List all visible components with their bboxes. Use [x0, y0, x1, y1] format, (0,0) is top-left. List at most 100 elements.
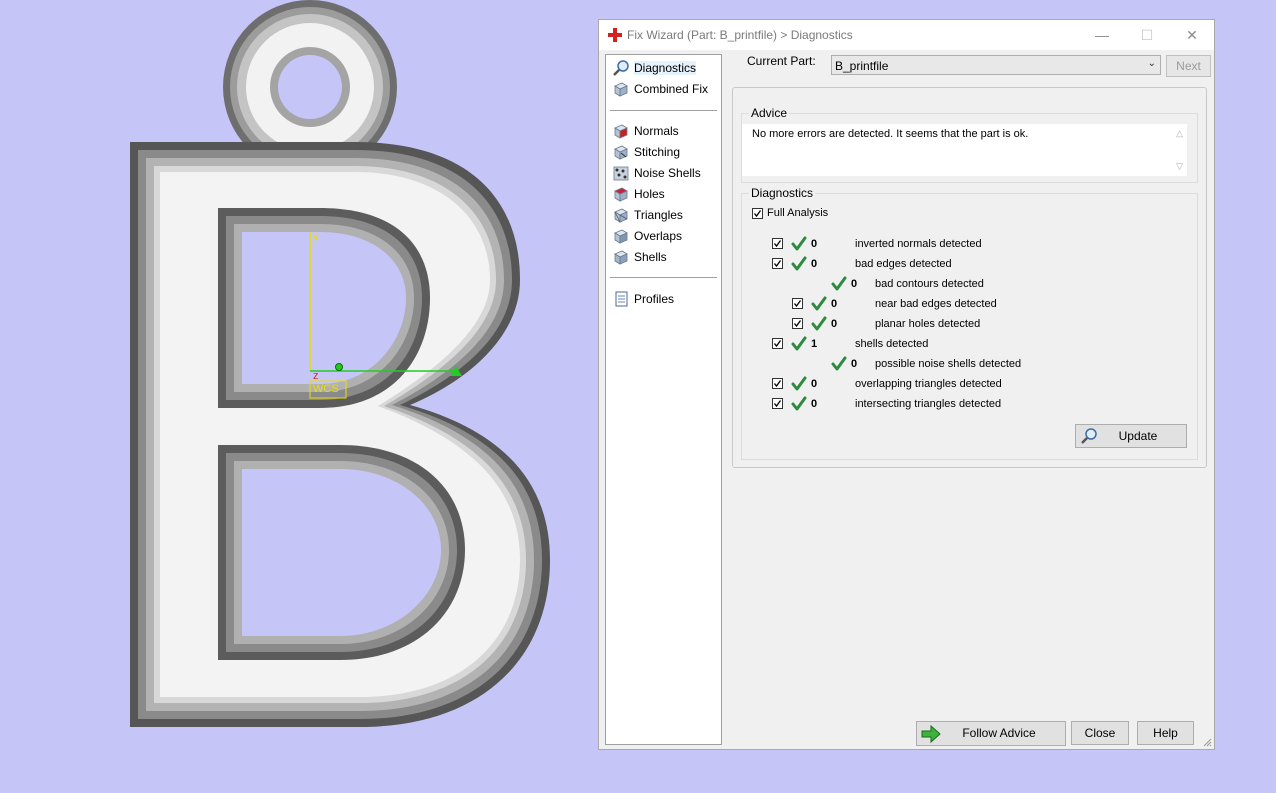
check-icon	[791, 336, 807, 352]
current-part-select[interactable]: B_printfile ⌄	[831, 55, 1161, 75]
arrow-right-icon	[921, 725, 941, 743]
update-button[interactable]: Update	[1075, 424, 1187, 448]
full-analysis-checkbox[interactable]	[752, 208, 763, 219]
row-checkbox[interactable]	[772, 258, 783, 269]
advice-title: Advice	[749, 106, 790, 120]
row-label: intersecting triangles detected	[855, 398, 1002, 410]
axis-z-label: z	[313, 370, 319, 382]
row-count: 0	[811, 378, 818, 390]
nav-label: Combined Fix	[634, 81, 709, 96]
nav-item-stitching[interactable]: Stitching	[608, 142, 718, 161]
row-checkbox[interactable]	[772, 378, 783, 389]
minimize-button[interactable]: —	[1087, 24, 1117, 46]
scroll-up-icon[interactable]: △	[1176, 128, 1183, 139]
row-label: bad edges detected	[855, 258, 952, 270]
row-checkbox[interactable]	[792, 298, 803, 309]
advice-text-box[interactable]: No more errors are detected. It seems th…	[742, 124, 1187, 176]
document-icon	[615, 291, 628, 306]
nav-divider	[610, 110, 717, 111]
row-checkbox[interactable]	[772, 238, 783, 249]
nav-label: Holes	[634, 186, 665, 201]
noise-shells-icon	[613, 166, 629, 180]
nav-item-holes[interactable]: Holes	[608, 184, 718, 203]
normals-cube-icon	[614, 124, 628, 139]
update-label: Update	[1118, 429, 1158, 443]
row-label: overlapping triangles detected	[855, 378, 1002, 390]
row-count: 0	[811, 258, 818, 270]
advice-text: No more errors are detected. It seems th…	[752, 128, 1029, 140]
row-checkbox[interactable]	[792, 318, 803, 329]
follow-advice-label: Follow Advice	[962, 726, 1036, 740]
check-icon	[831, 356, 847, 372]
row-count: 0	[831, 318, 838, 330]
current-part-value: B_printfile	[835, 59, 889, 73]
row-label: inverted normals detected	[855, 238, 982, 250]
close-button[interactable]: Close	[1071, 721, 1129, 745]
resize-grip-icon[interactable]	[1202, 737, 1212, 747]
nav-list: Diagnostics Combined Fix Normals Stitchi…	[605, 54, 722, 745]
row-label: planar holes detected	[875, 318, 981, 330]
nav-divider	[610, 277, 717, 278]
nav-label: Triangles	[634, 207, 683, 222]
full-analysis-label: Full Analysis	[767, 207, 829, 219]
nav-item-diagnostics[interactable]: Diagnostics	[608, 58, 718, 77]
check-icon	[811, 296, 827, 312]
help-button[interactable]: Help	[1137, 721, 1194, 745]
overlaps-icon	[614, 229, 628, 244]
axis-y-label: y	[313, 231, 319, 243]
nav-item-overlaps[interactable]: Overlaps	[608, 226, 718, 245]
nav-label: Shells	[634, 249, 667, 264]
row-count: 0	[811, 398, 818, 410]
nav-item-shells[interactable]: Shells	[608, 247, 718, 266]
magnifier-icon	[1081, 428, 1097, 444]
row-count: 0	[811, 238, 818, 250]
row-count: 1	[811, 338, 818, 350]
row-checkbox[interactable]	[772, 398, 783, 409]
row-label: shells detected	[855, 338, 929, 350]
nav-label: Overlaps	[634, 228, 683, 243]
row-count: 0	[851, 278, 858, 290]
diagnostics-title: Diagnostics	[749, 186, 816, 200]
check-icon	[791, 376, 807, 392]
row-checkbox[interactable]	[772, 338, 783, 349]
row-count: 0	[851, 358, 858, 370]
check-icon	[791, 236, 807, 252]
nav-item-triangles[interactable]: Triangles	[608, 205, 718, 224]
check-icon	[791, 396, 807, 412]
follow-advice-button[interactable]: Follow Advice	[916, 721, 1066, 746]
row-count: 0	[831, 298, 838, 310]
check-icon	[831, 276, 847, 292]
3d-viewport[interactable]: y z WCS	[0, 0, 600, 790]
row-label: possible noise shells detected	[875, 358, 1022, 370]
nav-label: Normals	[634, 123, 679, 138]
current-part-label: Current Part:	[747, 54, 816, 68]
wcs-label: WCS	[313, 383, 339, 395]
maximize-button[interactable]: ☐	[1132, 24, 1162, 46]
row-label: bad contours detected	[875, 278, 984, 290]
nav-item-normals[interactable]: Normals	[608, 121, 718, 140]
nav-item-noise-shells[interactable]: Noise Shells	[608, 163, 718, 182]
check-icon	[811, 316, 827, 332]
next-button[interactable]: Next	[1166, 55, 1211, 77]
nav-label: Noise Shells	[634, 165, 701, 180]
fix-wizard-window: Fix Wizard (Part: B_printfile) > Diagnos…	[598, 19, 1215, 750]
window-title: Fix Wizard (Part: B_printfile) > Diagnos…	[627, 28, 853, 42]
app-cross-icon	[608, 28, 622, 42]
stitching-icon	[614, 145, 628, 160]
chevron-down-icon: ⌄	[1147, 58, 1156, 69]
nav-label: Profiles	[634, 291, 675, 306]
title-bar[interactable]: Fix Wizard (Part: B_printfile) > Diagnos…	[599, 20, 1214, 50]
close-window-button[interactable]: ✕	[1177, 24, 1207, 46]
nav-label: Stitching	[634, 144, 681, 159]
magnifier-icon	[613, 59, 629, 76]
check-icon	[791, 256, 807, 272]
nav-item-combined-fix[interactable]: Combined Fix	[608, 79, 718, 98]
triangles-icon	[614, 208, 628, 223]
nav-item-profiles[interactable]: Profiles	[608, 289, 718, 308]
row-label: near bad edges detected	[875, 298, 997, 310]
part-render-b	[130, 0, 550, 727]
scroll-down-icon[interactable]: ▽	[1176, 161, 1183, 172]
shells-icon	[614, 250, 628, 265]
cube-icon	[614, 82, 628, 97]
nav-label: Diagnostics	[634, 60, 697, 75]
